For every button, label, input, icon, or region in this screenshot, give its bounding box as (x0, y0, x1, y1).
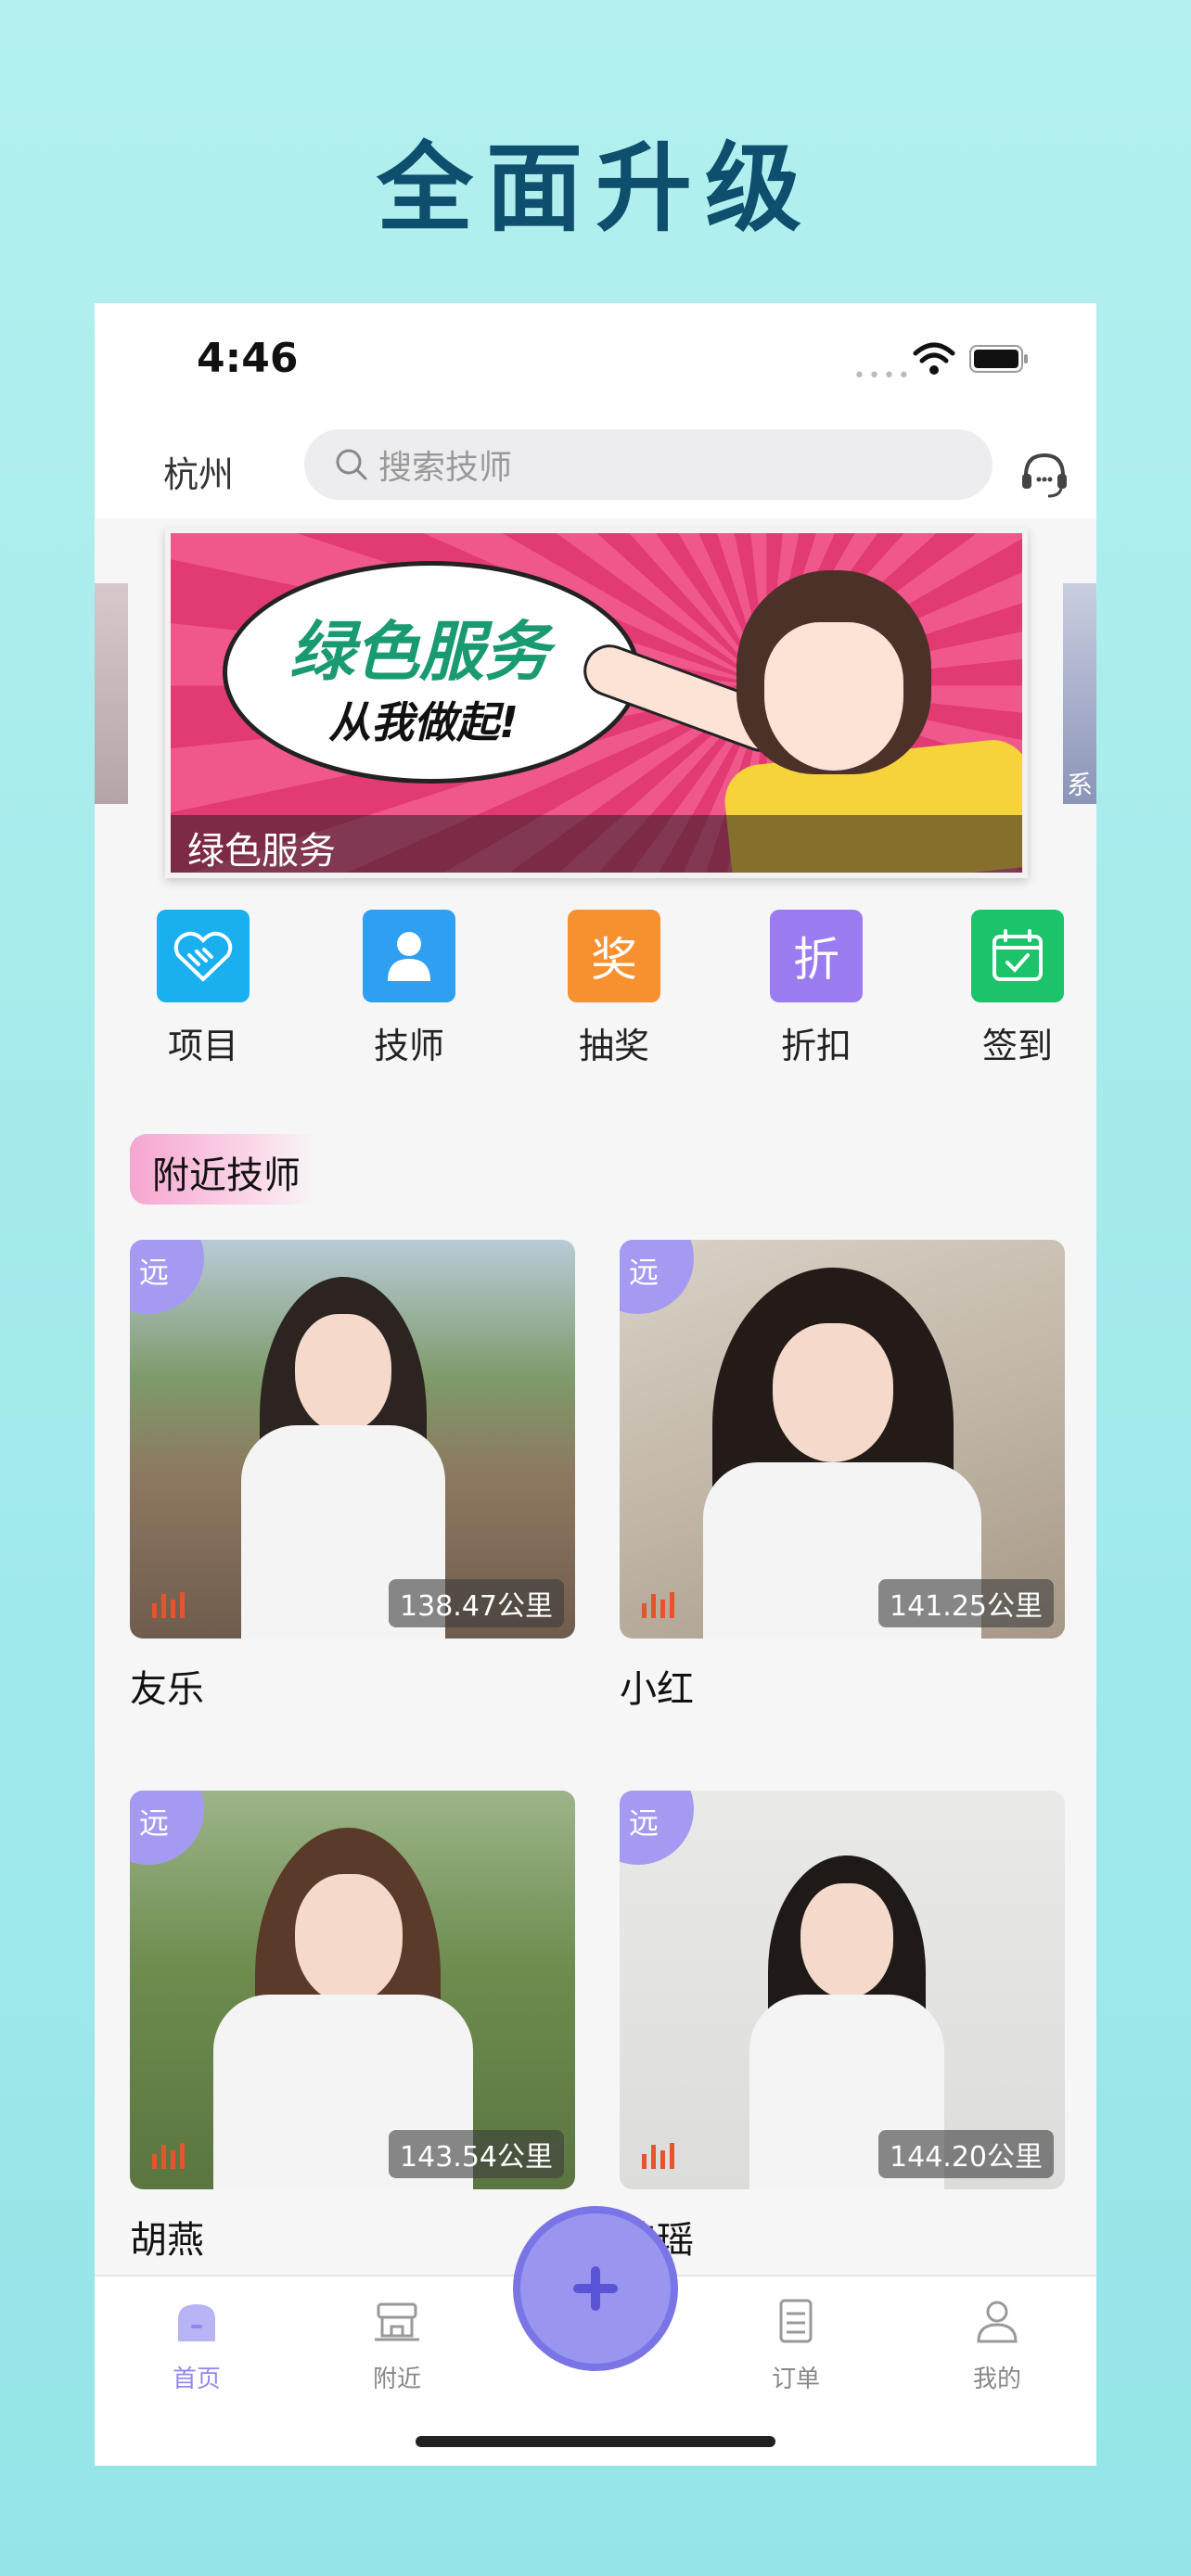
wifi-icon (913, 342, 955, 375)
menu-label: 折扣 (780, 1026, 852, 1066)
menu-item-lottery[interactable]: 奖 抽奖 (558, 910, 670, 1068)
voice-icon (152, 1592, 185, 1618)
distance-badge: 远 (130, 1240, 204, 1314)
therapist-name: 佳瑶 (620, 2210, 1065, 2264)
distance-label: 141.25公里 (878, 1579, 1054, 1627)
top-bar: 杭州 搜索技师 (95, 426, 1096, 518)
menu-label: 抽奖 (578, 1026, 649, 1066)
distance-badge: 远 (620, 1791, 694, 1865)
tab-profile[interactable]: 我的 (941, 2295, 1053, 2394)
profile-icon (977, 2301, 1018, 2343)
calendar-check-icon (971, 910, 1064, 1002)
banner-carousel[interactable]: 绿色服务 从我做起! 绿色服务 系 (95, 518, 1096, 889)
tab-label: 我的 (972, 2366, 1021, 2393)
promo-headline: 全面升级 (376, 132, 814, 245)
search-input[interactable]: 搜索技师 (304, 429, 992, 500)
tab-home[interactable]: 首页 (141, 2295, 252, 2394)
therapist-photo: 远 141.25公里 (620, 1240, 1065, 1639)
plus-icon (573, 2266, 618, 2311)
tab-label: 订单 (771, 2366, 820, 2393)
tab-label: 首页 (172, 2366, 221, 2393)
distance-badge: 远 (130, 1791, 204, 1865)
therapist-name: 胡燕 (130, 2219, 204, 2262)
therapist-photo: 远 144.20公里 (620, 1791, 1065, 2189)
nearby-icon (375, 2302, 419, 2341)
menu-item-checkin[interactable]: 签到 (962, 910, 1073, 1068)
therapist-card[interactable]: 远 141.25公里 小红 (620, 1240, 1065, 1713)
therapist-photo: 远 138.47公里 (130, 1240, 575, 1639)
therapist-photo: 远 143.54公里 (130, 1791, 575, 2189)
city-selector[interactable]: 杭州 (163, 446, 234, 497)
therapist-name: 友乐 (130, 1668, 204, 1711)
distance-label: 144.20公里 (878, 2130, 1054, 2178)
voice-icon (642, 1592, 674, 1618)
cartoon-face (764, 622, 903, 771)
therapist-name: 小红 (620, 1668, 694, 1711)
customer-service-icon[interactable] (1018, 448, 1070, 500)
voice-icon (642, 2143, 674, 2169)
search-icon (336, 449, 367, 480)
menu-label: 技师 (373, 1026, 444, 1066)
discount-icon: 折 (770, 910, 863, 1002)
menu-item-project[interactable]: 项目 (147, 910, 259, 1068)
battery-icon (969, 345, 1028, 373)
banner-slide[interactable]: 绿色服务 从我做起! 绿色服务 (165, 528, 1028, 878)
menu-label: 项目 (167, 1026, 238, 1066)
distance-label: 143.54公里 (389, 2130, 564, 2178)
status-time: 4:46 (197, 335, 299, 382)
therapist-card[interactable]: 远 143.54公里 胡燕 (130, 1791, 575, 2264)
tab-orders[interactable]: 订单 (740, 2295, 852, 2394)
phone-screen: 4:46 •••• 杭州 搜索技师 绿色服务 从我做起! 绿色服务 系 项目 技… (95, 303, 1096, 2466)
therapist-card[interactable]: 远 138.47公里 友乐 (130, 1240, 575, 1713)
signal-icon: •••• (853, 364, 913, 388)
order-icon (779, 2299, 813, 2343)
banner-title: 绿色服务 (289, 614, 549, 690)
search-placeholder: 搜索技师 (378, 449, 513, 487)
home-indicator (416, 2436, 775, 2447)
banner-next-caption: 系 (1067, 770, 1094, 800)
tab-nearby[interactable]: 附近 (341, 2295, 453, 2394)
lottery-icon: 奖 (568, 910, 660, 1002)
banner-caption: 绿色服务 (171, 815, 1022, 873)
therapist-card[interactable]: 远 144.20公里 佳瑶 (620, 1791, 1065, 2264)
distance-label: 138.47公里 (389, 1579, 564, 1627)
quick-menu: 项目 技师 奖 抽奖 折 折扣 签到 (95, 910, 1096, 1077)
person-icon (363, 910, 455, 1002)
menu-item-therapist[interactable]: 技师 (353, 910, 465, 1068)
distance-badge: 远 (620, 1240, 694, 1314)
banner-prev-peek[interactable] (95, 583, 128, 804)
status-bar: 4:46 •••• (95, 303, 1096, 426)
banner-subtitle: 从我做起! (328, 697, 519, 747)
section-title-nearby: 附近技师 (130, 1134, 315, 1205)
home-icon (178, 2304, 215, 2341)
voice-icon (152, 2143, 185, 2169)
menu-item-discount[interactable]: 折 折扣 (761, 910, 872, 1068)
menu-label: 签到 (981, 1026, 1053, 1066)
handshake-icon (157, 910, 250, 1002)
tab-label: 附近 (372, 2366, 421, 2393)
banner-next-peek[interactable]: 系 (1063, 583, 1096, 804)
add-button[interactable] (513, 2206, 678, 2371)
